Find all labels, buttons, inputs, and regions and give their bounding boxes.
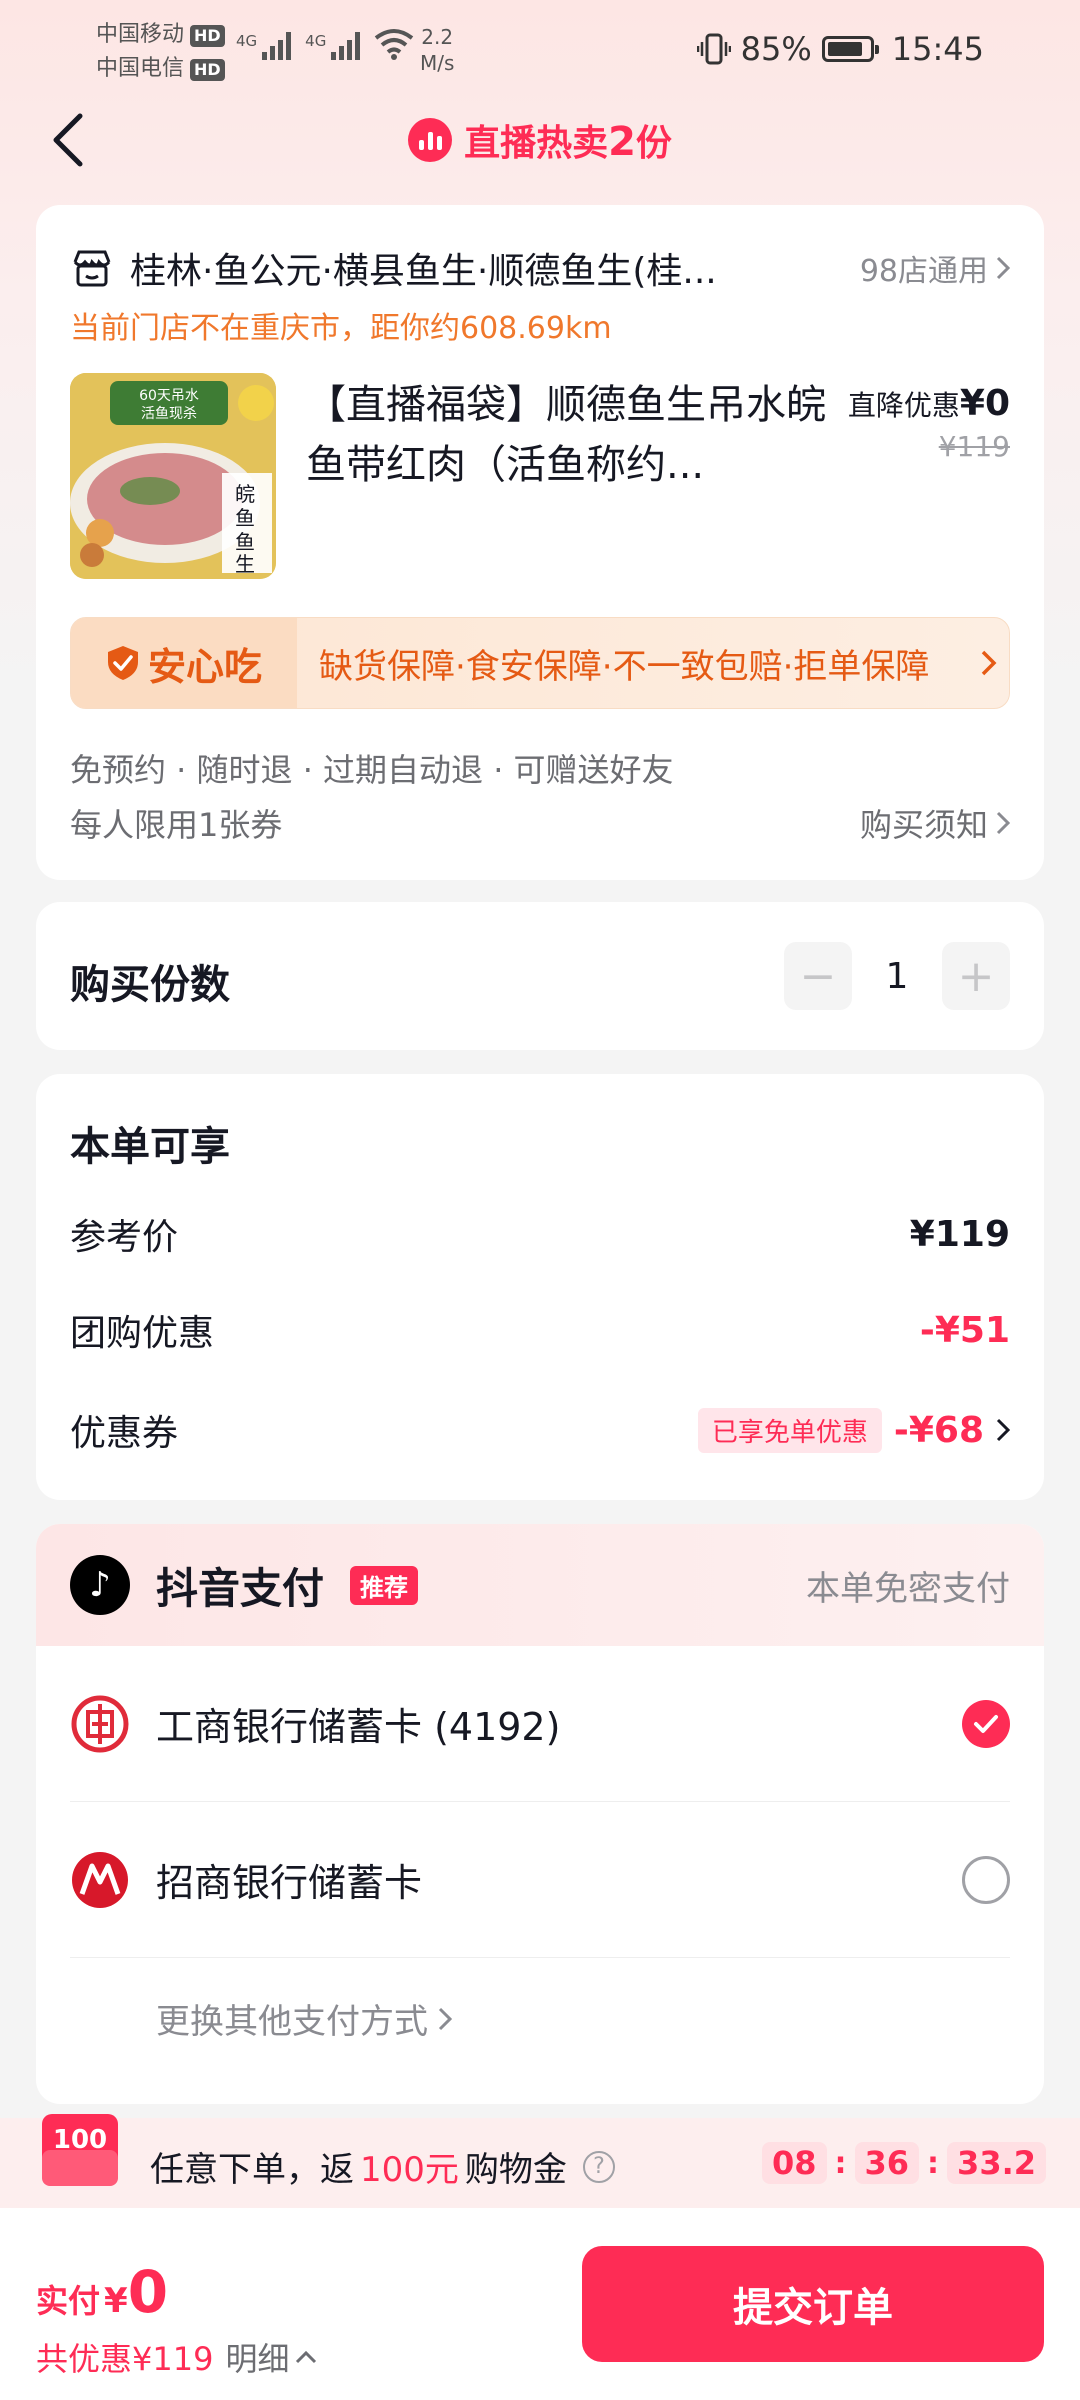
radio-selected[interactable] bbox=[962, 1699, 1010, 1748]
battery-icon bbox=[821, 36, 879, 62]
benefits-card: 本单可享 参考价 ¥119 团购优惠 -¥51 优惠券 已享免单优惠 -¥68 bbox=[36, 1074, 1044, 1500]
chevron-right-icon bbox=[996, 256, 1010, 280]
cashback-promo-bar[interactable]: 100 任意下单，返 100元 购物金 ? 08 : 36 : 33.2 bbox=[0, 2114, 1080, 2208]
payment-card: ♪ 抖音支付 推荐 本单免密支付 工商银行储蓄卡 (4192) 招商银行储蓄卡 … bbox=[36, 1524, 1044, 2104]
reference-price-value: ¥119 bbox=[909, 1213, 1010, 1255]
hd-badge: HD bbox=[190, 25, 225, 47]
payment-option-cmb[interactable]: 招商银行储蓄卡 bbox=[70, 1802, 1010, 1958]
discount-value: ¥0 bbox=[959, 383, 1010, 424]
chevron-right-icon bbox=[981, 650, 997, 676]
payment-title: 抖音支付 bbox=[156, 1563, 325, 1613]
radio-unselected[interactable] bbox=[962, 1855, 1010, 1904]
product-image[interactable]: 60天吊水 活鱼现杀 皖 鱼 鱼 生 bbox=[70, 373, 276, 579]
chevron-right-icon bbox=[438, 2007, 452, 2030]
submit-order-button[interactable]: 提交订单 bbox=[582, 2246, 1044, 2362]
purchase-limit: 每人限用1张券 bbox=[70, 806, 283, 844]
coupon-row[interactable]: 优惠券 已享免单优惠 -¥68 bbox=[70, 1400, 1010, 1460]
icbc-logo-icon bbox=[71, 1695, 129, 1752]
hd-badge: HD bbox=[190, 59, 225, 81]
vibrate-icon bbox=[696, 33, 731, 65]
wifi-icon bbox=[375, 29, 414, 60]
group-discount-label: 团购优惠 bbox=[70, 1313, 215, 1354]
payment-header: ♪ 抖音支付 推荐 本单免密支付 bbox=[36, 1524, 1044, 1646]
benefits-title: 本单可享 bbox=[70, 1124, 230, 1170]
promo-text: 任意下单，返 100元 购物金 ? bbox=[150, 2142, 615, 2191]
status-right: 85% 15:45 bbox=[696, 30, 984, 68]
coupon-value: -¥68 bbox=[893, 1409, 984, 1451]
store-name: 桂林·鱼公元·横县鱼生·顺德鱼生(桂... bbox=[130, 251, 717, 292]
discount-label: 直降优惠 bbox=[847, 389, 960, 422]
bank-name: 工商银行储蓄卡 (4192) bbox=[156, 1705, 561, 1749]
clock: 15:45 bbox=[891, 30, 984, 68]
payment-option-icbc[interactable]: 工商银行储蓄卡 (4192) bbox=[70, 1646, 1010, 1802]
svg-text:鱼: 鱼 bbox=[235, 530, 255, 554]
change-payment-link[interactable]: 更换其他支付方式 bbox=[156, 1994, 452, 2043]
store-row[interactable]: 桂林·鱼公元·横县鱼生·顺德鱼生(桂... 98店通用 bbox=[70, 243, 1010, 293]
chevron-right-icon bbox=[996, 1418, 1010, 1442]
timer-hours: 08 bbox=[761, 2142, 827, 2184]
quantity-value: 1 bbox=[885, 955, 909, 997]
quantity-label: 购买份数 bbox=[70, 962, 230, 1008]
checkout-bar: 实付 ¥0 共优惠¥119 明细 提交订单 bbox=[0, 2208, 1080, 2400]
total-discount: 共优惠¥119 明细 bbox=[36, 2334, 317, 2380]
timer-seconds: 33.2 bbox=[947, 2142, 1046, 2184]
chevron-right-icon bbox=[996, 811, 1010, 835]
carrier-1: 中国移动 bbox=[96, 22, 185, 47]
svg-text:皖: 皖 bbox=[235, 482, 255, 506]
quantity-card: 购买份数 − 1 + bbox=[36, 902, 1044, 1050]
recommend-badge: 推荐 bbox=[350, 1565, 419, 1605]
signal-icon: 4G bbox=[305, 32, 361, 60]
svg-text:活鱼现杀: 活鱼现杀 bbox=[141, 405, 197, 422]
signal-icon: 4G bbox=[236, 32, 292, 60]
store-count-link[interactable]: 98店通用 bbox=[860, 246, 1010, 290]
nav-bar: 直播热卖2份 bbox=[0, 100, 1080, 180]
store-distance-warning: 当前门店不在重庆市，距你约608.69km bbox=[70, 311, 612, 346]
coupon-label: 优惠券 bbox=[70, 1413, 179, 1454]
network-speed: 2.2 M/s bbox=[420, 25, 455, 75]
group-discount-value: -¥51 bbox=[919, 1309, 1010, 1351]
bank-name: 招商银行储蓄卡 bbox=[156, 1861, 423, 1905]
svg-text:100: 100 bbox=[53, 2125, 107, 2155]
svg-text:60天吊水: 60天吊水 bbox=[139, 388, 199, 404]
product-title[interactable]: 【直播福袋】顺德鱼生吊水皖鱼带红肉（活鱼称约... bbox=[306, 375, 826, 495]
douyin-logo-icon: ♪ bbox=[70, 1555, 130, 1615]
password-free-text: 本单免密支付 bbox=[806, 1568, 1010, 1609]
service-tags: 免预约 · 随时退 · 过期自动退 · 可赠送好友 bbox=[70, 751, 674, 789]
original-price: ¥119 bbox=[938, 430, 1010, 463]
page-title: 直播热卖2份 bbox=[0, 114, 1080, 166]
reference-price-label: 参考价 bbox=[70, 1217, 179, 1258]
guarantee-badge: 安心吃 bbox=[71, 618, 297, 708]
actual-payment: 实付 ¥0 bbox=[36, 2258, 169, 2326]
cmb-logo-icon bbox=[72, 1851, 128, 1908]
group-discount-row: 团购优惠 -¥51 bbox=[70, 1300, 1010, 1360]
svg-text:鱼: 鱼 bbox=[235, 506, 255, 530]
free-order-tag: 已享免单优惠 bbox=[697, 1407, 882, 1453]
hot-sale-icon bbox=[408, 118, 453, 162]
timer-minutes: 36 bbox=[854, 2142, 920, 2184]
guarantee-banner[interactable]: 安心吃 缺货保障·食安保障·不一致包赔·拒单保障 bbox=[70, 617, 1010, 709]
check-icon bbox=[974, 1714, 998, 1733]
battery-percent: 85% bbox=[740, 30, 812, 68]
red-envelope-icon: 100 bbox=[42, 2114, 118, 2186]
carrier-info: 中国移动 HD 中国电信 HD bbox=[96, 18, 225, 86]
reference-price-row: 参考价 ¥119 bbox=[70, 1204, 1010, 1264]
plus-button[interactable]: + bbox=[942, 942, 1010, 1010]
product-card: 桂林·鱼公元·横县鱼生·顺德鱼生(桂... 98店通用 当前门店不在重庆市，距你… bbox=[36, 205, 1044, 880]
help-icon[interactable]: ? bbox=[582, 2150, 615, 2183]
quantity-stepper: − 1 + bbox=[784, 942, 1010, 1010]
countdown-timer: 08 : 36 : 33.2 bbox=[761, 2142, 1046, 2184]
product-price: 直降优惠¥0 ¥119 bbox=[848, 383, 1010, 463]
store-icon bbox=[73, 250, 111, 287]
shield-check-icon bbox=[107, 646, 138, 680]
chevron-up-icon bbox=[296, 2350, 317, 2364]
status-bar: 中国移动 HD 中国电信 HD 4G 4G 2.2 M/s 85% 15:45 bbox=[0, 0, 1080, 100]
svg-text:生: 生 bbox=[235, 552, 255, 576]
carrier-2: 中国电信 bbox=[96, 56, 185, 81]
detail-toggle[interactable]: 明细 bbox=[225, 2334, 317, 2380]
guarantee-text: 缺货保障·食安保障·不一致包赔·拒单保障 bbox=[319, 646, 930, 687]
signal-icons: 4G 4G bbox=[236, 28, 414, 60]
minus-button[interactable]: − bbox=[784, 942, 852, 1010]
purchase-notice-link[interactable]: 购买须知 bbox=[860, 800, 1010, 846]
